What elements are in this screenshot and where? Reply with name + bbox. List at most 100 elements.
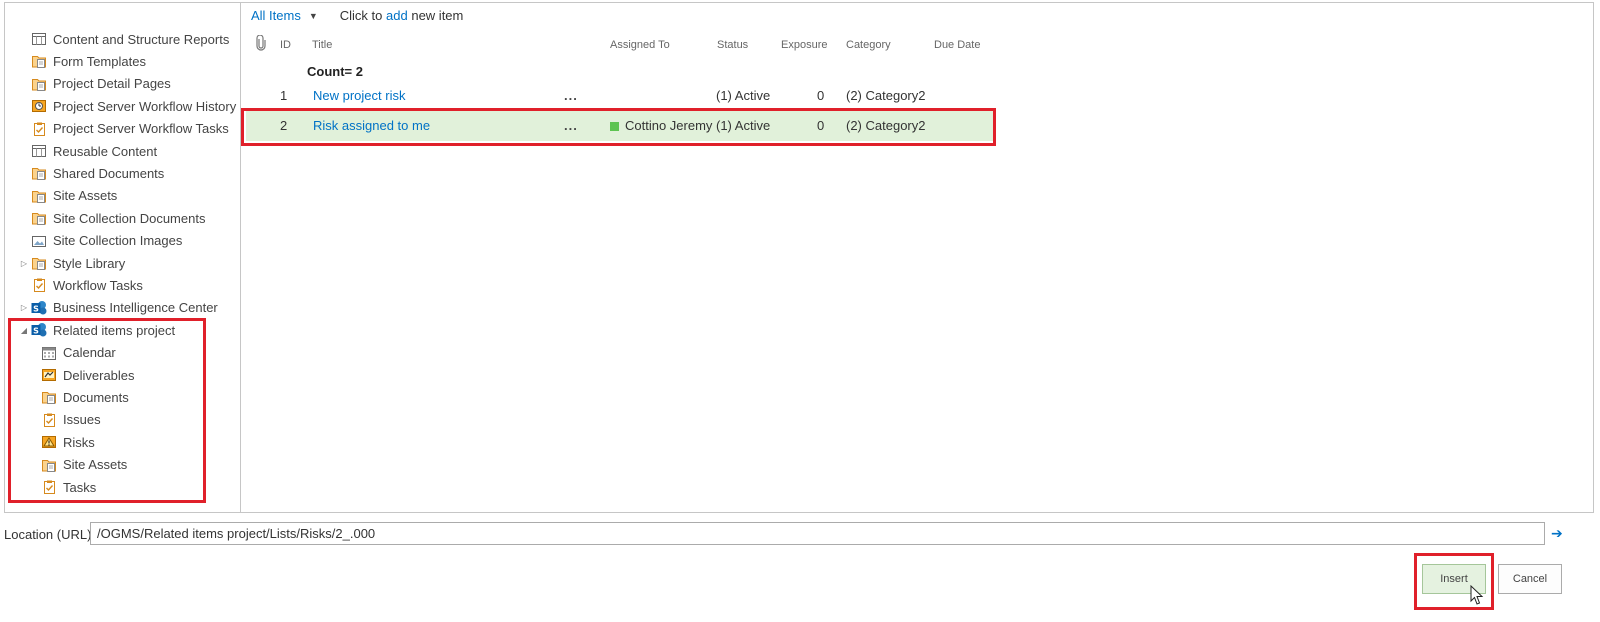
tree-item-label: Issues [63,412,101,428]
row-status: (1) Active [716,88,771,103]
tree-item-related-items-project[interactable]: ◢ S Related items project [19,320,175,340]
library-icon [31,255,47,271]
tree-item-label: Site Collection Images [53,233,183,249]
library-icon [31,165,47,181]
deliverables-icon [41,367,57,383]
tree-item-reusable-content[interactable]: Reusable Content [19,141,157,161]
table-row-selected[interactable]: 2 Risk assigned to me ... Cottino Jeremy… [246,111,994,141]
calendar-icon [41,345,57,361]
row-exposure: 0 [817,118,825,133]
sharepoint-site-icon: S [31,300,47,316]
tree-item-label: Tasks [63,479,97,495]
tree-item-risks[interactable]: Risks [41,432,95,452]
row-menu-button[interactable]: ... [564,81,578,111]
tree-item-label: Documents [63,389,129,405]
assigned-user-name[interactable]: Cottino Jeremy [625,118,712,133]
column-header-exposure[interactable]: Exposure [781,39,827,51]
view-dropdown-icon[interactable]: ▼ [309,11,318,21]
row-status: (1) Active [716,118,771,133]
tree-item-site-collection-images[interactable]: Site Collection Images [19,231,182,251]
svg-text:S: S [33,327,39,336]
tree-item-deliverables[interactable]: Deliverables [41,365,135,385]
column-header-category[interactable]: Category [846,39,891,51]
column-header-due-date[interactable]: Due Date [934,39,980,51]
cancel-button[interactable]: Cancel [1498,564,1562,594]
column-header-assigned-to[interactable]: Assigned To [610,39,670,51]
mouse-pointer-icon [1470,584,1484,612]
svg-text:S: S [33,304,39,313]
tree-item-site-assets[interactable]: Site Assets [19,186,117,206]
row-title-link[interactable]: Risk assigned to me [313,111,430,141]
tree-item-label: Business Intelligence Center [53,300,218,316]
tree-item-label: Calendar [63,345,116,361]
tree-item-label: Project Server Workflow Tasks [53,121,229,137]
tree-item-label: Shared Documents [53,165,165,181]
tree-item-label: Style Library [53,255,126,271]
tree-item-label: Site Collection Documents [53,210,206,226]
column-header-status[interactable]: Status [717,39,748,51]
library-icon [41,389,57,405]
sharepoint-site-icon: S [31,322,47,338]
add-new-item-link[interactable]: add [386,8,408,23]
tree-item-label: Content and Structure Reports [53,31,230,47]
tree-item-project-server-workflow-tasks[interactable]: Project Server Workflow Tasks [19,119,229,139]
row-title-link[interactable]: New project risk [313,81,405,111]
group-count: Count= 2 [307,64,363,79]
list-icon [31,31,47,47]
tree-item-workflow-tasks[interactable]: Workflow Tasks [19,275,143,295]
collapse-icon[interactable]: ◢ [19,326,29,335]
column-header-title[interactable]: Title [312,39,332,51]
workflow-history-icon [31,98,47,114]
tasks-icon [31,121,47,137]
tasks-icon [41,412,57,428]
tree-item-project-server-workflow-history[interactable]: Project Server Workflow History [19,96,236,116]
tree-item-documents[interactable]: Documents [41,387,129,407]
picture-library-icon [31,233,47,249]
add-suffix: new item [411,8,464,23]
view-selector[interactable]: All Items [251,8,301,23]
tree-item-issues[interactable]: Issues [41,410,101,430]
row-category: (2) Category2 [846,88,926,103]
location-url-input[interactable] [90,522,1545,545]
row-exposure: 0 [817,88,825,103]
library-icon [31,210,47,226]
add-prefix: Click to [339,8,383,23]
view-bar: All Items ▼ Click to add new item [251,8,463,23]
tree-item-label: Risks [63,434,95,450]
list-icon [31,143,47,159]
tasks-icon [31,277,47,293]
tree-item-label: Deliverables [63,367,135,383]
tree-item-label: Workflow Tasks [53,277,143,293]
attachment-column-icon[interactable] [256,34,266,54]
location-label: Location (URL): [4,527,96,542]
tree-item-business-intelligence-center[interactable]: ▷ S Business Intelligence Center [19,298,218,318]
tree-item-tasks[interactable]: Tasks [41,477,96,497]
risk-icon [41,434,57,450]
tree-item-form-templates[interactable]: Form Templates [19,51,146,71]
tree-item-site-collection-documents[interactable]: Site Collection Documents [19,208,205,228]
tree-item-label: Form Templates [53,53,146,69]
tree-item-calendar[interactable]: Calendar [41,343,116,363]
tree-item-label: Site Assets [53,188,118,204]
library-icon [31,53,47,69]
library-icon [31,76,47,92]
tree-item-label: Project Detail Pages [53,76,171,92]
tree-item-content-and-structure-reports[interactable]: Content and Structure Reports [19,29,229,49]
tree-item-site-assets[interactable]: Site Assets [41,455,127,475]
tree-item-label: Reusable Content [53,143,158,159]
row-assigned-to[interactable]: Cottino Jeremy [610,111,712,141]
presence-indicator-icon [610,122,619,131]
dialog-frame: Content and Structure Reports Form Templa… [4,2,1594,513]
tree-item-style-library[interactable]: ▷ Style Library [19,253,125,273]
row-menu-button[interactable]: ... [564,111,578,141]
expand-icon[interactable]: ▷ [19,303,29,312]
row-id: 2 [280,118,288,133]
tree-item-project-detail-pages[interactable]: Project Detail Pages [19,74,171,94]
expand-icon[interactable]: ▷ [19,259,29,268]
go-arrow-icon[interactable]: ➔ [1551,522,1565,544]
tree-item-shared-documents[interactable]: Shared Documents [19,163,164,183]
table-row[interactable]: 1 New project risk ... (1) Active 0 (2) … [246,81,994,111]
column-header-id[interactable]: ID [280,39,291,51]
row-category: (2) Category2 [846,118,926,133]
library-icon [31,188,47,204]
